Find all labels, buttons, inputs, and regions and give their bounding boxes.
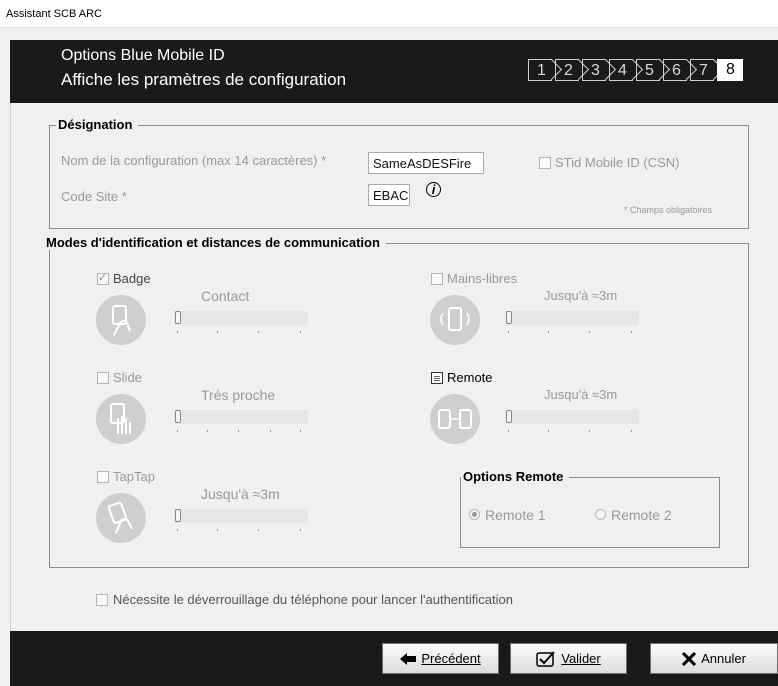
remote-checkbox[interactable] xyxy=(431,372,443,384)
wizard-window: Assistant SCB ARC Options Blue Mobile ID… xyxy=(0,0,778,686)
badge-label: Badge xyxy=(113,271,151,286)
cancel-button-label: Annuler xyxy=(701,651,746,666)
step-7: 7 xyxy=(690,58,725,81)
slider-thumb[interactable] xyxy=(175,311,181,324)
slider-ticks xyxy=(174,430,308,434)
slider-thumb[interactable] xyxy=(175,410,181,423)
hand-slide-icon xyxy=(96,394,146,444)
card-hand-icon xyxy=(96,295,146,345)
previous-button[interactable]: Précédent xyxy=(382,643,499,674)
content-area: Désignation Nom de la configuration (max… xyxy=(10,103,778,631)
remote-distance: Jusqu'à ≈3m xyxy=(544,387,618,402)
mains-libres-label: Mains-libres xyxy=(447,271,518,286)
config-name-label: Nom de la configuration (max 14 caractèr… xyxy=(61,153,327,168)
slider-thumb[interactable] xyxy=(506,410,512,423)
unlock-checkbox[interactable] xyxy=(96,594,108,606)
slide-distance: Trés proche xyxy=(201,387,276,403)
hand-tap-icon xyxy=(96,493,146,543)
window-title: Assistant SCB ARC xyxy=(6,8,102,20)
validate-button[interactable]: Valider xyxy=(510,643,627,674)
mains-libres-distance-slider[interactable] xyxy=(505,311,639,325)
button-bar: Précédent Valider Annuler xyxy=(10,631,778,686)
modes-group: Modes d'identification et distances de c… xyxy=(44,235,749,568)
taptap-distance: Jusqu'à ≈3m xyxy=(201,486,280,502)
step-3: 3 xyxy=(582,58,617,81)
remote-options-group: Options Remote Remote 1 Remote 2 xyxy=(460,469,720,548)
designation-legend: Désignation xyxy=(56,117,139,132)
validate-button-label: Valider xyxy=(561,651,601,666)
previous-button-label: Précédent xyxy=(421,651,481,666)
phone-waves-icon xyxy=(430,295,480,345)
remote-1-label: Remote 1 xyxy=(485,507,546,523)
step-8-active: 8 xyxy=(717,59,743,81)
modes-legend: Modes d'identification et distances de c… xyxy=(44,235,386,250)
slider-ticks xyxy=(174,529,308,533)
config-name-input[interactable]: SameAsDESFire xyxy=(368,152,484,174)
close-icon xyxy=(682,651,697,666)
slider-thumb[interactable] xyxy=(506,311,512,324)
taptap-checkbox[interactable] xyxy=(97,471,109,483)
step-6: 6 xyxy=(663,58,698,81)
mains-libres-distance: Jusqu'à ≈3m xyxy=(544,288,618,303)
slider-ticks xyxy=(505,430,639,434)
slide-checkbox[interactable] xyxy=(97,372,109,384)
remote-1-radio[interactable] xyxy=(469,509,480,520)
slider-ticks xyxy=(505,331,639,335)
info-icon[interactable]: i xyxy=(426,182,441,197)
remote-2-radio[interactable] xyxy=(595,509,606,520)
remote-label: Remote xyxy=(447,370,493,385)
arrow-left-icon xyxy=(400,652,417,665)
site-code-input[interactable]: EBAC xyxy=(368,184,410,206)
remote-2-label: Remote 2 xyxy=(611,507,672,523)
designation-group: Désignation Nom de la configuration (max… xyxy=(49,117,749,229)
header-banner: Options Blue Mobile ID Affiche les pramè… xyxy=(10,40,778,103)
remote-options-legend: Options Remote xyxy=(461,469,570,484)
unlock-label: Nécessite le déverrouillage du téléphone… xyxy=(113,592,513,607)
page-subtitle: Affiche les pramètres de configuration xyxy=(61,70,347,89)
stid-mobile-id-label: STid Mobile ID (CSN) xyxy=(555,155,680,170)
taptap-distance-slider[interactable] xyxy=(174,509,308,523)
badge-distance-slider[interactable] xyxy=(174,311,308,325)
badge-distance: Contact xyxy=(201,288,250,304)
step-5: 5 xyxy=(636,58,671,81)
site-code-label: Code Site * xyxy=(61,189,127,204)
checkbox-check-icon xyxy=(536,650,555,667)
title-bar: Assistant SCB ARC xyxy=(0,0,778,28)
step-indicator: 1 2 3 4 5 6 7 8 xyxy=(528,58,746,81)
taptap-label: TapTap xyxy=(113,469,155,484)
remote-phone-icon xyxy=(430,394,480,444)
remote-distance-slider[interactable] xyxy=(505,410,639,424)
slider-ticks xyxy=(174,331,308,335)
slide-label: Slide xyxy=(113,370,142,385)
required-note: * Champs obligatoires xyxy=(624,205,713,215)
step-4: 4 xyxy=(609,58,644,81)
step-2: 2 xyxy=(555,58,590,81)
badge-checkbox[interactable] xyxy=(97,271,109,285)
slide-distance-slider[interactable] xyxy=(174,410,308,424)
stid-mobile-id-checkbox[interactable] xyxy=(539,157,551,169)
page-title: Options Blue Mobile ID xyxy=(61,47,225,64)
slider-thumb[interactable] xyxy=(175,509,181,522)
mains-libres-checkbox[interactable] xyxy=(431,273,443,285)
cancel-button[interactable]: Annuler xyxy=(650,643,778,674)
step-1: 1 xyxy=(528,58,563,81)
